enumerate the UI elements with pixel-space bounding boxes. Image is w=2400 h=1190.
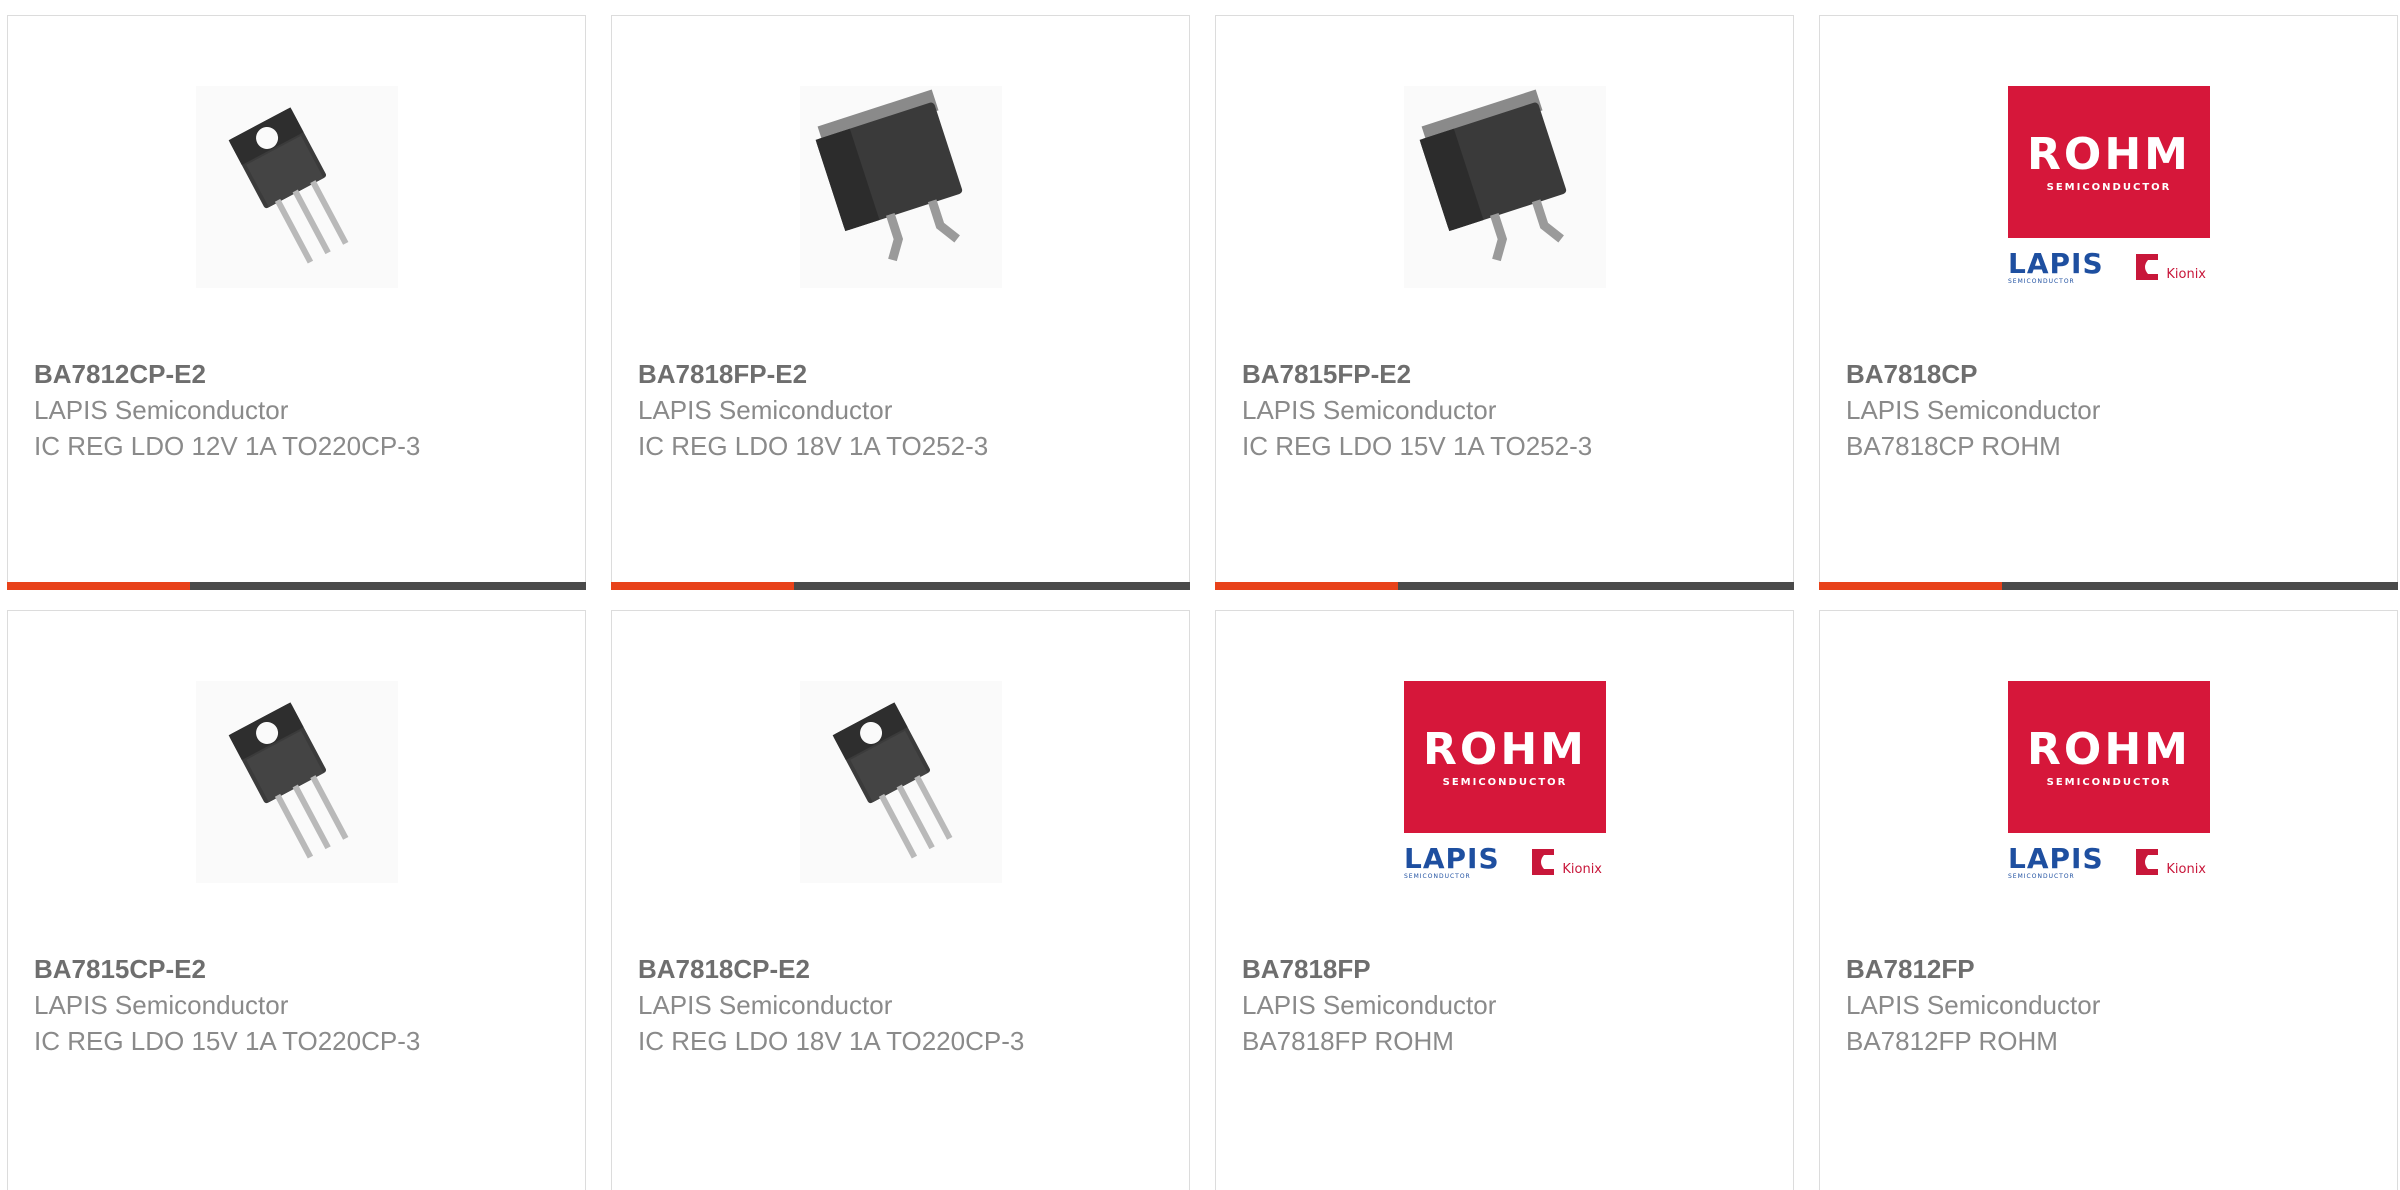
- description: BA7818FP ROHM: [1242, 1026, 1454, 1056]
- kionix-wordmark: Kionix: [2166, 267, 2206, 282]
- part-number[interactable]: BA7812FP: [1846, 951, 2387, 987]
- card-accent-bar: [611, 582, 1190, 590]
- rohm-logo: ROHM SEMICONDUCTOR LAPIS SEMICONDUCTOR K…: [2008, 86, 2210, 288]
- manufacturer: LAPIS Semiconductor: [34, 990, 289, 1020]
- lapis-wordmark: LAPIS: [2008, 841, 2104, 875]
- rohm-wordmark: ROHM: [2027, 128, 2191, 180]
- product-image[interactable]: [196, 681, 398, 883]
- product-card[interactable]: ROHM SEMICONDUCTOR LAPIS SEMICONDUCTOR K…: [1819, 15, 2398, 590]
- kionix-icon: [2136, 849, 2159, 875]
- product-card[interactable]: BA7812CP-E2 LAPIS Semiconductor IC REG L…: [7, 15, 586, 590]
- kionix-icon: [1532, 849, 1555, 875]
- product-image[interactable]: ROHM SEMICONDUCTOR LAPIS SEMICONDUCTOR K…: [2008, 86, 2210, 288]
- part-number[interactable]: BA7815FP-E2: [1242, 356, 1783, 392]
- description: IC REG LDO 18V 1A TO220CP-3: [638, 1026, 1025, 1056]
- rohm-subtitle: SEMICONDUCTOR: [1442, 776, 1568, 788]
- rohm-wordmark: ROHM: [1423, 723, 1587, 775]
- description: IC REG LDO 18V 1A TO252-3: [638, 431, 989, 461]
- lapis-wordmark: LAPIS: [1404, 841, 1500, 875]
- to220-package-icon: [832, 702, 953, 859]
- lapis-subtitle: SEMICONDUCTOR: [1404, 872, 1471, 880]
- product-card[interactable]: BA7818CP-E2 LAPIS Semiconductor IC REG L…: [611, 610, 1190, 1190]
- product-card[interactable]: BA7815FP-E2 LAPIS Semiconductor IC REG L…: [1215, 15, 1794, 590]
- card-accent-bar: [1819, 582, 2398, 590]
- kionix-wordmark: Kionix: [2166, 862, 2206, 877]
- manufacturer: LAPIS Semiconductor: [1846, 395, 2101, 425]
- product-card[interactable]: BA7818FP-E2 LAPIS Semiconductor IC REG L…: [611, 15, 1190, 590]
- rohm-wordmark: ROHM: [2027, 723, 2191, 775]
- card-accent-bar: [7, 582, 586, 590]
- manufacturer: LAPIS Semiconductor: [1242, 395, 1497, 425]
- part-number[interactable]: BA7818FP: [1242, 951, 1783, 987]
- rohm-logo: ROHM SEMICONDUCTOR LAPIS SEMICONDUCTOR K…: [2008, 681, 2210, 883]
- rohm-subtitle: SEMICONDUCTOR: [2046, 776, 2172, 788]
- product-image[interactable]: ROHM SEMICONDUCTOR LAPIS SEMICONDUCTOR K…: [1404, 681, 1606, 883]
- product-image[interactable]: [800, 681, 1002, 883]
- product-image[interactable]: [1404, 86, 1606, 288]
- product-image[interactable]: ROHM SEMICONDUCTOR LAPIS SEMICONDUCTOR K…: [2008, 681, 2210, 883]
- manufacturer: LAPIS Semiconductor: [638, 395, 893, 425]
- part-number[interactable]: BA7815CP-E2: [34, 951, 575, 987]
- card-accent-bar: [1215, 582, 1794, 590]
- product-image[interactable]: [800, 86, 1002, 288]
- lapis-subtitle: SEMICONDUCTOR: [2008, 277, 2075, 285]
- manufacturer: LAPIS Semiconductor: [638, 990, 893, 1020]
- product-card[interactable]: BA7815CP-E2 LAPIS Semiconductor IC REG L…: [7, 610, 586, 1190]
- manufacturer: LAPIS Semiconductor: [1846, 990, 2101, 1020]
- rohm-logo: ROHM SEMICONDUCTOR LAPIS SEMICONDUCTOR K…: [1404, 681, 1606, 883]
- description: IC REG LDO 12V 1A TO220CP-3: [34, 431, 421, 461]
- description: BA7812FP ROHM: [1846, 1026, 2058, 1056]
- to220-package-icon: [228, 107, 349, 264]
- part-number[interactable]: BA7818FP-E2: [638, 356, 1179, 392]
- description: BA7818CP ROHM: [1846, 431, 2061, 461]
- product-card[interactable]: ROHM SEMICONDUCTOR LAPIS SEMICONDUCTOR K…: [1819, 610, 2398, 1190]
- to252-package-icon: [1419, 89, 1567, 262]
- part-number[interactable]: BA7818CP-E2: [638, 951, 1179, 987]
- description: IC REG LDO 15V 1A TO220CP-3: [34, 1026, 421, 1056]
- part-number[interactable]: BA7818CP: [1846, 356, 2387, 392]
- description: IC REG LDO 15V 1A TO252-3: [1242, 431, 1593, 461]
- part-number[interactable]: BA7812CP-E2: [34, 356, 575, 392]
- to220-package-icon: [228, 702, 349, 859]
- kionix-icon: [2136, 254, 2159, 280]
- lapis-wordmark: LAPIS: [2008, 246, 2104, 280]
- rohm-subtitle: SEMICONDUCTOR: [2046, 181, 2172, 193]
- to252-package-icon: [815, 89, 963, 262]
- lapis-subtitle: SEMICONDUCTOR: [2008, 872, 2075, 880]
- kionix-wordmark: Kionix: [1562, 862, 1602, 877]
- product-grid: BA7812CP-E2 LAPIS Semiconductor IC REG L…: [7, 15, 2400, 1190]
- manufacturer: LAPIS Semiconductor: [1242, 990, 1497, 1020]
- manufacturer: LAPIS Semiconductor: [34, 395, 289, 425]
- product-image[interactable]: [196, 86, 398, 288]
- product-card[interactable]: ROHM SEMICONDUCTOR LAPIS SEMICONDUCTOR K…: [1215, 610, 1794, 1190]
